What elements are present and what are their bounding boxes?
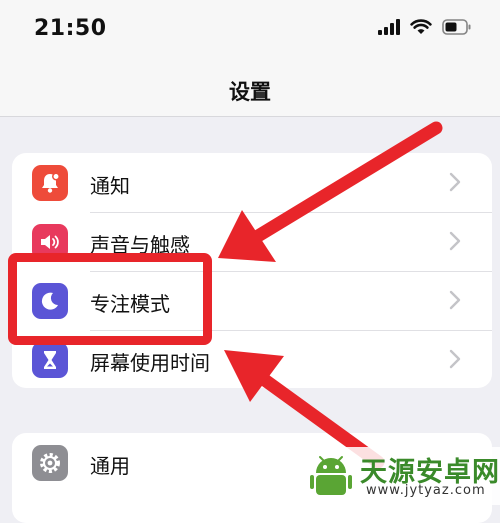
watermark: 天源安卓网 www.jytyaz.com xyxy=(302,447,500,505)
arrow-lower xyxy=(224,350,385,469)
android-logo-icon xyxy=(310,456,352,495)
annotation-arrows xyxy=(218,121,443,469)
watermark-url: www.jytyaz.com xyxy=(366,483,486,498)
arrow-upper xyxy=(218,121,443,262)
